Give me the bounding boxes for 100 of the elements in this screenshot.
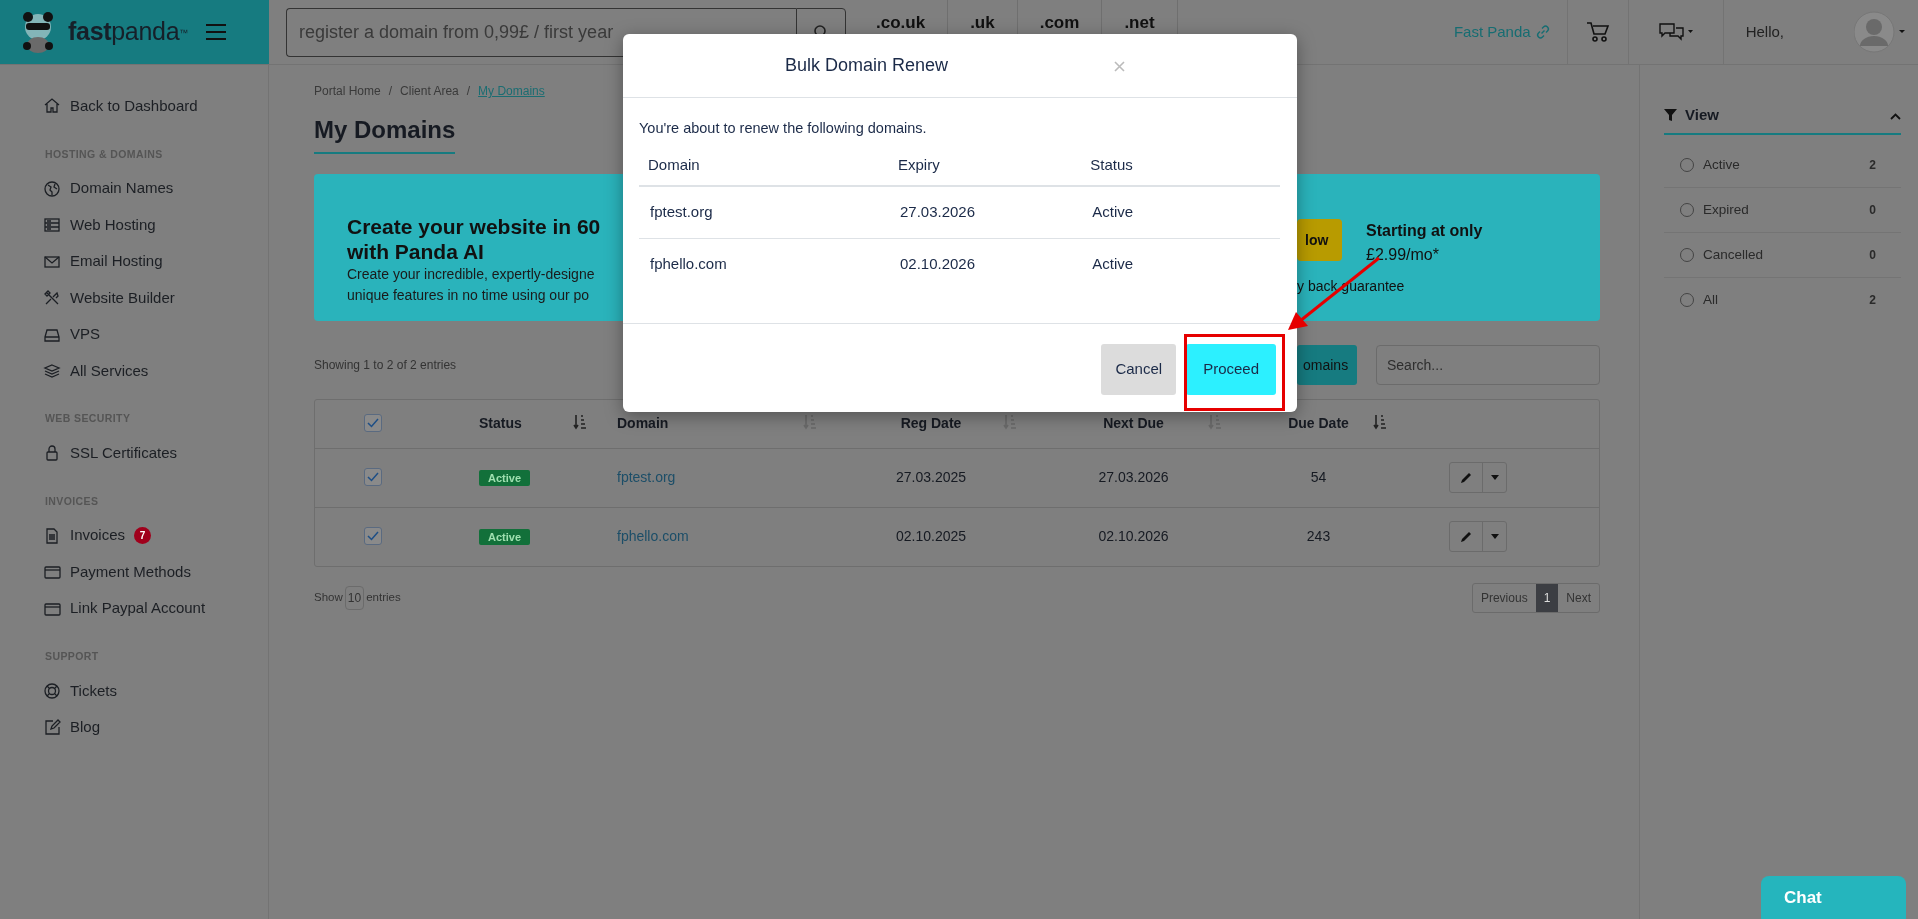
caret-icon xyxy=(1490,475,1499,480)
table-cell: 27.03.2025 xyxy=(895,469,967,485)
brand-name[interactable]: fastpanda$^{™}$ xyxy=(68,13,188,51)
chat-icon[interactable] xyxy=(1658,22,1693,42)
table-cell: 243 xyxy=(1306,528,1331,545)
sidebar-item[interactable]: Payment Methods xyxy=(33,553,268,591)
avatar-icon[interactable] xyxy=(1854,10,1906,54)
breadcrumb-link[interactable]: Portal Home xyxy=(314,82,381,100)
table-cell: fptest.org xyxy=(650,203,713,221)
column-header[interactable]: Domain xyxy=(617,415,669,432)
cancel-button[interactable]: Cancel xyxy=(1101,344,1177,395)
tools-icon xyxy=(43,289,61,307)
table-cell: fphello.com xyxy=(650,254,727,272)
table-cell: Active xyxy=(1092,254,1134,272)
entries-info: Showing 1 to 2 of 2 entries xyxy=(314,357,457,374)
credit-card-icon xyxy=(43,563,61,581)
breadcrumb-separator: / xyxy=(466,83,471,100)
sidebar-item[interactable]: Email Hosting xyxy=(33,243,268,280)
pagination-button[interactable]: 1 xyxy=(1535,584,1559,612)
domain-link[interactable]: fptest.org xyxy=(617,469,676,485)
sidebar-item[interactable]: Website Builder xyxy=(33,279,268,317)
checkbox[interactable] xyxy=(364,468,382,486)
banner-heading: with Panda AI xyxy=(347,239,485,265)
document-icon xyxy=(43,526,61,545)
edit-icon xyxy=(43,718,61,737)
entries-label: entries xyxy=(366,590,401,606)
price-text: £2.99/mo* xyxy=(1366,245,1440,265)
sidebar-item[interactable]: Tickets xyxy=(33,672,268,709)
table-cell: 02.10.2026 xyxy=(1098,528,1169,545)
table-search-field[interactable]: Search... xyxy=(1376,345,1600,385)
pagination-button[interactable]: Next xyxy=(1558,584,1599,612)
sidebar-item[interactable]: Domain Names xyxy=(33,170,268,207)
column-header: Domain xyxy=(648,155,700,173)
chevron-up-icon[interactable] xyxy=(1890,112,1901,120)
domain-search-field[interactable]: register a domain from 0,99£ / first year xyxy=(286,8,796,57)
show-label: Show xyxy=(314,590,343,606)
dialog-title: Bulk Domain Renew xyxy=(785,54,949,77)
breadcrumb-link[interactable]: Client Area xyxy=(400,82,459,100)
filter-count: 2 xyxy=(1869,156,1876,174)
checkbox[interactable] xyxy=(364,414,382,433)
page-length-select[interactable]: 10 xyxy=(344,586,365,610)
filter-label[interactable]: Active xyxy=(1703,154,1740,175)
column-header: Status xyxy=(1090,155,1133,173)
breadcrumb-separator: / xyxy=(388,83,393,100)
lifebuoy-icon xyxy=(43,681,61,700)
dialog-message: You're about to renew the following domains. xyxy=(639,119,928,138)
page-title: My Domains xyxy=(314,112,456,154)
link-icon xyxy=(1534,24,1551,40)
banner-text: unique features in no time using our po xyxy=(347,285,591,305)
pencil-icon xyxy=(1460,472,1472,483)
pencil-icon xyxy=(1460,531,1472,543)
price-label: Starting at only xyxy=(1366,221,1483,241)
status-badge: Active xyxy=(479,529,531,546)
table-cell: 54 xyxy=(1310,469,1327,485)
sidebar-item[interactable]: Web Hosting xyxy=(33,206,268,244)
domain-link[interactable]: fphello.com xyxy=(617,528,689,545)
status-badge: Active xyxy=(479,470,531,486)
table-cell: 02.10.2026 xyxy=(900,254,976,272)
column-header[interactable]: Next Due xyxy=(1103,415,1164,432)
table-cell: Active xyxy=(1092,203,1134,221)
filter-count: 0 xyxy=(1869,247,1876,265)
column-header[interactable]: Reg Date xyxy=(900,415,962,432)
sidebar-item[interactable]: Back to Dashboard xyxy=(33,88,268,125)
menu-icon[interactable] xyxy=(206,24,226,40)
layers-icon xyxy=(43,362,61,380)
sidebar-item[interactable]: Blog xyxy=(33,709,268,746)
sidebar-item[interactable]: VPS xyxy=(33,316,268,353)
banner-text: Create your incredible, expertly-designe xyxy=(347,265,596,285)
filter-label[interactable]: All xyxy=(1703,290,1718,311)
banner-heading: Create your website in 60 xyxy=(347,214,602,240)
sort-icon[interactable] xyxy=(573,414,587,430)
filter-label[interactable]: Expired xyxy=(1703,199,1749,220)
filter-title: View xyxy=(1685,105,1719,125)
column-header: Expiry xyxy=(898,155,940,173)
filter-label[interactable]: Cancelled xyxy=(1703,245,1764,266)
table-cell: 27.03.2026 xyxy=(1098,469,1169,485)
banner-button[interactable]: low xyxy=(1297,219,1342,261)
bulk-action-button[interactable]: omains xyxy=(1297,345,1357,385)
table-cell: 27.03.2026 xyxy=(900,203,976,221)
pagination-button[interactable]: Previous xyxy=(1472,584,1536,612)
home-icon xyxy=(43,97,61,116)
sidebar-item[interactable]: Invoices 7 xyxy=(33,517,268,554)
filter-count: 2 xyxy=(1869,292,1876,310)
sidebar-item[interactable]: Link Paypal Account xyxy=(33,590,268,627)
close-icon xyxy=(1114,61,1125,73)
server-icon xyxy=(43,216,61,234)
table-cell: 02.10.2025 xyxy=(895,528,967,545)
sidebar-item[interactable]: SSL Certificates xyxy=(33,435,268,472)
column-header[interactable]: Due Date xyxy=(1288,415,1349,432)
column-header[interactable]: Status xyxy=(479,415,522,432)
chat-button[interactable]: Chat xyxy=(1761,876,1906,919)
sort-icon[interactable] xyxy=(1373,414,1387,430)
proceed-button[interactable]: Proceed xyxy=(1186,344,1276,395)
globe-icon xyxy=(43,179,61,198)
cart-icon[interactable] xyxy=(1585,21,1610,43)
sidebar-item[interactable]: All Services xyxy=(33,352,268,390)
filter-icon xyxy=(1664,108,1677,122)
greeting-text: Hello, xyxy=(1745,21,1784,42)
filter-count: 0 xyxy=(1869,201,1876,219)
checkbox[interactable] xyxy=(364,527,382,546)
